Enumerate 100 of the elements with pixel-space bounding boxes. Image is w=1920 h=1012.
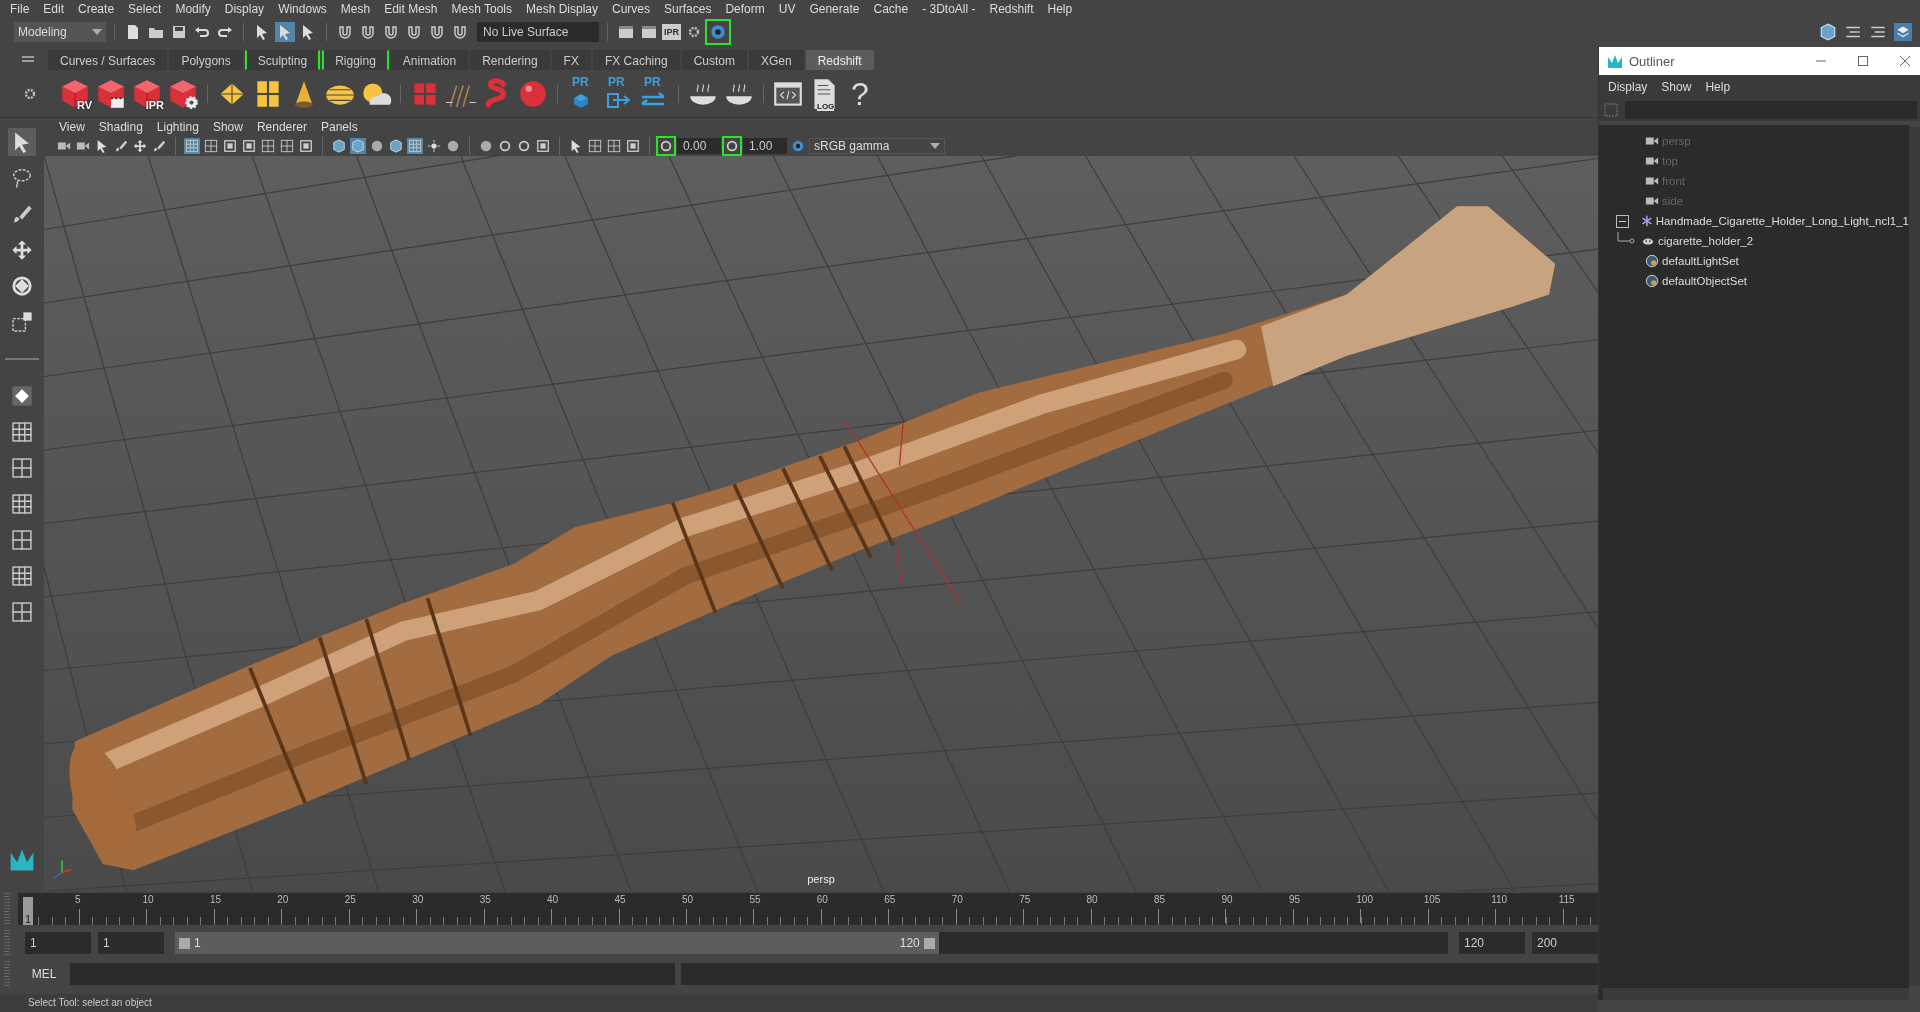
layers-icon[interactable] bbox=[1892, 21, 1914, 43]
start-frame-field[interactable]: 1 bbox=[25, 932, 91, 954]
circle-icon[interactable] bbox=[658, 138, 674, 154]
shelf-tab[interactable]: XGen bbox=[748, 50, 804, 70]
layout-icon[interactable] bbox=[606, 138, 622, 154]
menu-item[interactable]: Display bbox=[1601, 79, 1655, 95]
shelf-tab[interactable]: Redshift bbox=[805, 50, 874, 70]
menu-item[interactable]: Redshift bbox=[982, 0, 1041, 17]
menu-item[interactable]: Help bbox=[1698, 79, 1738, 95]
panel-menu-item[interactable]: Show bbox=[205, 119, 250, 135]
menu-item[interactable]: Generate bbox=[802, 0, 867, 17]
square-icon[interactable] bbox=[625, 138, 641, 154]
menu-item[interactable]: Cache bbox=[866, 0, 916, 17]
render-button[interactable]: RV bbox=[58, 74, 92, 113]
layout-icon[interactable] bbox=[587, 138, 603, 154]
time-slider[interactable]: 1 5 10 15 20 25 30 35 40 45 50 55 60 65 70 75 80 85 90 95 100 105 110 115 bbox=[18, 893, 1598, 925]
menu-item[interactable]: Deform bbox=[718, 0, 772, 17]
panel-menu-item[interactable]: Renderer bbox=[249, 119, 314, 135]
menu-item[interactable]: Create bbox=[71, 0, 122, 17]
menu-item[interactable]: Mesh Tools bbox=[444, 0, 519, 17]
menu-item[interactable]: - 3DtoAll - bbox=[915, 0, 983, 17]
slider-handle[interactable] bbox=[179, 937, 190, 949]
sphere-icon[interactable] bbox=[445, 138, 461, 154]
menu-item[interactable]: Edit Mesh bbox=[377, 0, 445, 17]
shelf-tab[interactable]: Sculpting bbox=[244, 50, 321, 70]
export-icon bbox=[605, 91, 631, 110]
slider-handle[interactable] bbox=[923, 937, 935, 949]
render-button[interactable]: IPR bbox=[130, 74, 164, 113]
select-icon[interactable] bbox=[8, 128, 36, 156]
circle-icon[interactable] bbox=[516, 138, 532, 154]
menu-item[interactable]: Surfaces bbox=[657, 0, 719, 17]
ipr-render-button[interactable]: IPR bbox=[662, 24, 681, 40]
help-button[interactable]: ? bbox=[843, 74, 877, 113]
panel-menu-item[interactable]: Lighting bbox=[149, 119, 206, 135]
scrollbar[interactable] bbox=[1603, 988, 1909, 1000]
command-input[interactable] bbox=[70, 963, 675, 985]
shelf-tab[interactable]: Animation bbox=[390, 50, 469, 70]
menu-item[interactable]: Modify bbox=[168, 0, 218, 17]
menu-item[interactable]: Windows bbox=[271, 0, 334, 17]
menu-item[interactable]: Help bbox=[1040, 0, 1080, 17]
color-wheel-icon[interactable] bbox=[707, 21, 729, 43]
menu-item[interactable]: Mesh Display bbox=[519, 0, 606, 17]
light-icon[interactable] bbox=[426, 138, 442, 154]
brush-icon[interactable] bbox=[113, 138, 129, 154]
shelf-tab[interactable]: FX bbox=[551, 50, 591, 70]
exposure-field[interactable]: 0.00 bbox=[677, 138, 721, 154]
layout-icon[interactable] bbox=[203, 138, 219, 154]
menu-item[interactable]: Edit bbox=[36, 0, 72, 17]
square-icon[interactable] bbox=[298, 138, 314, 154]
range-slider[interactable]: 1 120 bbox=[175, 932, 1448, 954]
end-frame-field[interactable]: 200 bbox=[1532, 932, 1598, 954]
menu-item[interactable]: UV bbox=[771, 0, 803, 17]
sphere-icon[interactable] bbox=[369, 138, 385, 154]
layout-icon[interactable] bbox=[279, 138, 295, 154]
maximize-icon[interactable] bbox=[1855, 53, 1871, 69]
menu-item[interactable]: Select bbox=[121, 0, 169, 17]
shelf-tab[interactable]: Custom bbox=[681, 50, 747, 70]
circle-icon[interactable] bbox=[497, 138, 513, 154]
panel-menu-item[interactable]: Panels bbox=[313, 119, 365, 135]
move-icon[interactable] bbox=[132, 138, 148, 154]
scrollbar[interactable] bbox=[1909, 127, 1920, 986]
sphere-icon[interactable] bbox=[478, 138, 494, 154]
panel-menu-item[interactable]: View bbox=[52, 119, 92, 135]
close-icon[interactable] bbox=[1897, 53, 1913, 69]
outliner-item[interactable]: defaultObjectSet bbox=[1599, 271, 1909, 291]
playback-end-field[interactable]: 120 bbox=[1459, 932, 1525, 954]
cube-icon[interactable] bbox=[388, 138, 404, 154]
shelf-tab[interactable]: Rendering bbox=[470, 50, 550, 70]
panel-menu-item[interactable]: Shading bbox=[91, 119, 150, 135]
color-wheel-icon[interactable] bbox=[790, 138, 806, 154]
cube-icon[interactable] bbox=[331, 138, 347, 154]
shelf-tab[interactable]: Rigging bbox=[322, 50, 389, 70]
outliner-item[interactable]: Handmade_Cigarette_Holder_Long_Light_ncl1_1 bbox=[1599, 211, 1909, 231]
playback-start-field[interactable]: 1 bbox=[98, 932, 164, 954]
menu-item[interactable]: Show bbox=[1654, 79, 1699, 95]
layout-icon[interactable] bbox=[260, 138, 276, 154]
shelf-tab[interactable]: FX Caching bbox=[592, 50, 680, 70]
set-icon bbox=[1645, 254, 1659, 268]
current-frame-marker[interactable]: 1 bbox=[23, 897, 33, 925]
square-icon[interactable] bbox=[222, 138, 238, 154]
menu-item[interactable]: Curves bbox=[605, 0, 658, 17]
outliner-item[interactable]: cigarette_holder_2 bbox=[1599, 231, 1909, 251]
log-button[interactable]: LOG bbox=[807, 74, 841, 113]
circle-icon[interactable] bbox=[724, 138, 740, 154]
camera-label: persp bbox=[807, 873, 835, 885]
outliner-item[interactable]: defaultLightSet bbox=[1599, 251, 1909, 271]
view-transform-dropdown[interactable]: sRGB gamma bbox=[809, 138, 945, 154]
live-surface-field[interactable]: No Live Surface bbox=[477, 22, 599, 42]
brush-icon[interactable] bbox=[151, 138, 167, 154]
menu-item[interactable]: File bbox=[3, 0, 37, 17]
square-icon[interactable] bbox=[535, 138, 551, 154]
shelf-tab[interactable]: Polygons bbox=[169, 50, 243, 70]
menu-item[interactable]: Display bbox=[217, 0, 272, 17]
script-language-button[interactable]: MEL bbox=[24, 967, 64, 981]
collapse-toggle[interactable] bbox=[1616, 214, 1629, 228]
shelf-tab[interactable]: Curves / Surfaces bbox=[48, 50, 168, 70]
menu-item[interactable]: Mesh bbox=[333, 0, 378, 17]
square-icon[interactable] bbox=[241, 138, 257, 154]
gamma-field[interactable]: 1.00 bbox=[743, 138, 787, 154]
workspace-dropdown[interactable]: Modeling bbox=[14, 22, 106, 42]
